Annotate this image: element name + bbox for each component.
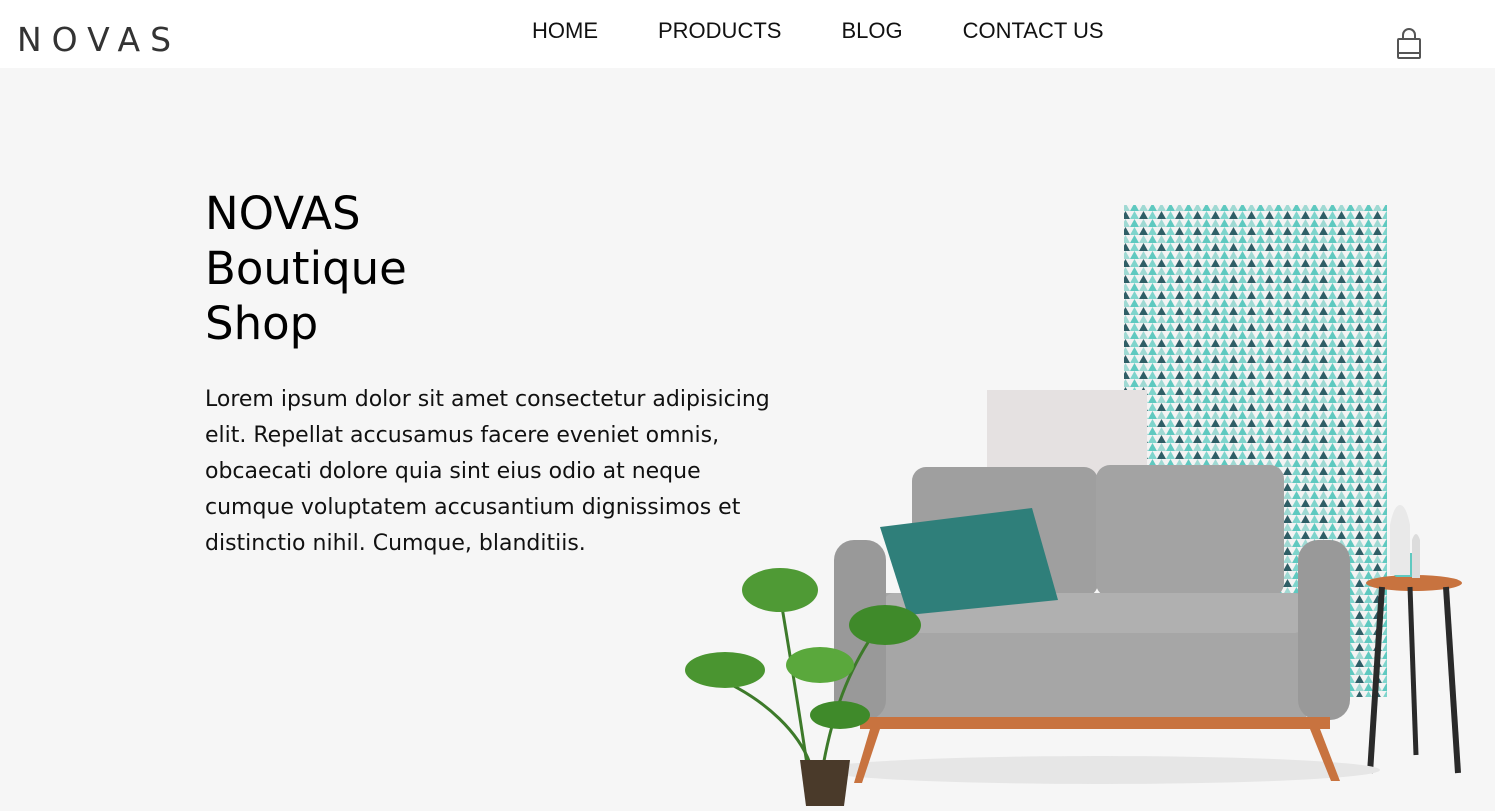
hero-title-line: Boutique xyxy=(205,242,407,295)
hero-title: NOVAS Boutique Shop xyxy=(205,186,605,351)
hero-furniture-image xyxy=(685,205,1462,806)
main-nav: HOME PRODUCTS BLOG CONTACT US xyxy=(532,17,1104,45)
shopping-bag-icon xyxy=(1397,28,1421,59)
nav-blog[interactable]: BLOG xyxy=(841,17,902,45)
header: NOVAS HOME PRODUCTS BLOG CONTACT US xyxy=(0,0,1495,68)
nav-products[interactable]: PRODUCTS xyxy=(658,17,781,45)
hero-title-line: NOVAS xyxy=(205,187,361,240)
nav-contact-us[interactable]: CONTACT US xyxy=(963,17,1104,45)
cart-button[interactable] xyxy=(1394,27,1424,61)
logo[interactable]: NOVAS xyxy=(17,20,181,60)
hero-title-line: Shop xyxy=(205,297,319,350)
nav-home[interactable]: HOME xyxy=(532,17,598,45)
